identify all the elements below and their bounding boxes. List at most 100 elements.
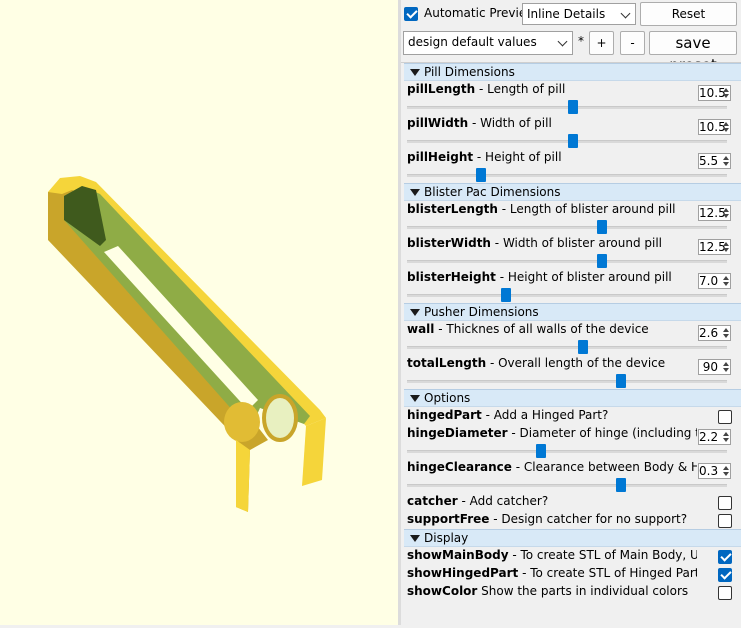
param-name: hingeClearance (407, 460, 512, 474)
param-label: showColor Show the parts in individual c… (407, 584, 697, 598)
spin-up-icon[interactable] (723, 156, 729, 160)
param-label: totalLength - Overall length of the devi… (407, 356, 697, 370)
param-description: - Add catcher? (457, 494, 549, 508)
hinge-pin (224, 402, 260, 442)
param-slider-track[interactable] (407, 380, 727, 383)
group-header[interactable]: Blister Pac Dimensions (404, 183, 741, 201)
param-checkbox[interactable] (718, 496, 732, 510)
param-slider-thumb[interactable] (597, 220, 608, 234)
param-slider-track[interactable] (407, 140, 727, 143)
spin-up-icon[interactable] (723, 362, 729, 366)
param-slider-track[interactable] (407, 106, 727, 109)
spin-down-icon[interactable] (723, 214, 729, 218)
param-checkbox[interactable] (718, 550, 732, 564)
spin-up-icon[interactable] (723, 88, 729, 92)
param-showHingedPart: showHingedPart - To create STL of Hinged… (404, 565, 741, 583)
param-spinbox[interactable]: 2.6 (698, 325, 731, 341)
param-slider-track[interactable] (407, 346, 727, 349)
add-preset-button[interactable]: + (589, 31, 614, 55)
param-name: hingeDiameter (407, 426, 508, 440)
spin-up-icon[interactable] (723, 208, 729, 212)
param-value: 12.5 (699, 240, 726, 254)
param-slider-track[interactable] (407, 226, 727, 229)
param-checkbox[interactable] (718, 568, 732, 582)
triangle-down-icon (410, 395, 420, 402)
param-name: pillHeight (407, 150, 474, 164)
param-name: totalLength (407, 356, 487, 370)
spin-down-icon[interactable] (723, 128, 729, 132)
group-header[interactable]: Pusher Dimensions (404, 303, 741, 321)
param-slider-thumb[interactable] (616, 478, 627, 492)
parameter-list[interactable]: Pill Dimensions pillLength - Length of pi… (401, 62, 741, 625)
param-slider-thumb[interactable] (475, 168, 486, 182)
param-slider-thumb[interactable] (597, 254, 608, 268)
param-slider-thumb[interactable] (501, 288, 512, 302)
spin-up-icon[interactable] (723, 466, 729, 470)
view-mode-select[interactable]: Inline Details (522, 3, 636, 25)
spin-down-icon[interactable] (723, 472, 729, 476)
spin-down-icon[interactable] (723, 438, 729, 442)
triangle-down-icon (410, 535, 420, 542)
preset-value: design default values (408, 35, 537, 49)
remove-preset-button[interactable]: - (620, 31, 645, 55)
save-preset-button[interactable]: save preset (649, 31, 737, 74)
param-slider-track[interactable] (407, 450, 727, 453)
param-checkbox[interactable] (718, 514, 732, 528)
spin-up-icon[interactable] (723, 276, 729, 280)
spin-up-icon[interactable] (723, 242, 729, 246)
param-pillWidth: pillWidth - Width of pill 10.5 (404, 115, 741, 149)
param-name: showHingedPart (407, 566, 519, 580)
param-slider-thumb[interactable] (536, 444, 547, 458)
spin-down-icon[interactable] (723, 248, 729, 252)
param-checkbox[interactable] (718, 410, 732, 424)
spin-down-icon[interactable] (723, 368, 729, 372)
param-slider-track[interactable] (407, 260, 727, 263)
param-spinbox[interactable]: 12.5 (698, 239, 731, 255)
param-slider-thumb[interactable] (568, 134, 579, 148)
group-header[interactable]: Display (404, 529, 741, 547)
param-slider-track[interactable] (407, 484, 727, 487)
param-showColor: showColor Show the parts in individual c… (404, 583, 741, 601)
param-label: showHingedPart - To create STL of Hinged… (407, 566, 697, 580)
param-slider-track[interactable] (407, 174, 727, 177)
preset-select[interactable]: design default values (403, 31, 573, 55)
param-pillHeight: pillHeight - Height of pill 5.5 (404, 149, 741, 183)
param-spinbox[interactable]: 5.5 (698, 153, 731, 169)
spin-down-icon[interactable] (723, 162, 729, 166)
param-spinbox[interactable]: 2.2 (698, 429, 731, 445)
param-description: - Design catcher for no support? (489, 512, 688, 526)
group-header[interactable]: Pill Dimensions (404, 63, 741, 81)
param-name: blisterLength (407, 202, 498, 216)
param-name: supportFree (407, 512, 490, 526)
spin-up-icon[interactable] (723, 122, 729, 126)
reset-button[interactable]: Reset (640, 2, 737, 26)
automatic-preview-checkbox[interactable] (404, 7, 418, 21)
param-spinbox[interactable]: 7.0 (698, 273, 731, 289)
spin-down-icon[interactable] (723, 282, 729, 286)
param-slider-thumb[interactable] (616, 374, 627, 388)
group-title: Pill Dimensions (424, 65, 515, 79)
param-slider-thumb[interactable] (578, 340, 588, 354)
param-description: - Thicknes of all walls of the device (434, 322, 649, 336)
group-header[interactable]: Options (404, 389, 741, 407)
param-label: blisterWidth - Width of blister around p… (407, 236, 697, 250)
param-spinbox[interactable]: 10.5 (698, 85, 731, 101)
spin-down-icon[interactable] (723, 334, 729, 338)
spin-up-icon[interactable] (723, 328, 729, 332)
param-description: - Width of pill (468, 116, 552, 130)
param-spinbox[interactable]: 12.5 (698, 205, 731, 221)
param-spinbox[interactable]: 0.3 (698, 463, 731, 479)
spin-down-icon[interactable] (723, 94, 729, 98)
3d-viewport[interactable] (0, 0, 398, 625)
preset-modified-marker: * (578, 34, 584, 48)
param-slider-thumb[interactable] (568, 100, 579, 114)
param-blisterWidth: blisterWidth - Width of blister around p… (404, 235, 741, 269)
param-blisterHeight: blisterHeight - Height of blister around… (404, 269, 741, 303)
param-spinbox[interactable]: 10.5 (698, 119, 731, 135)
param-slider-track[interactable] (407, 294, 727, 297)
spin-up-icon[interactable] (723, 432, 729, 436)
param-checkbox[interactable] (718, 586, 732, 600)
param-spinbox[interactable]: 90 (698, 359, 731, 375)
param-value: 7.0 (699, 274, 719, 288)
param-value: 2.2 (699, 430, 719, 444)
